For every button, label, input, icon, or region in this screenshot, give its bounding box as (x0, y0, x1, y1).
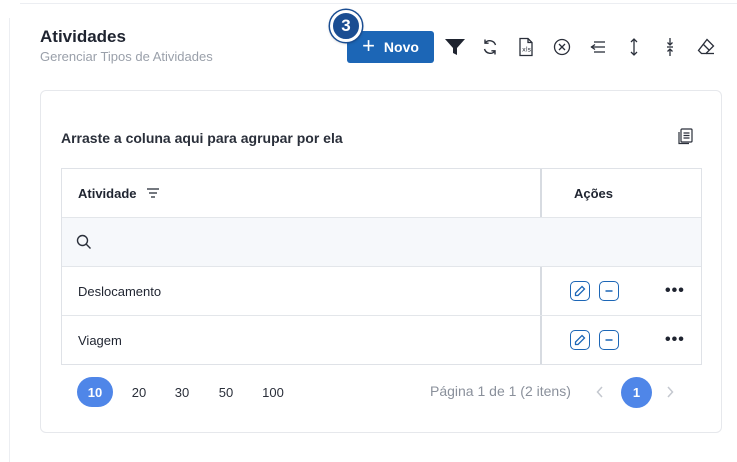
page-size-50[interactable]: 50 (208, 377, 244, 407)
more-options-icon[interactable]: ••• (665, 283, 685, 299)
filter-icon[interactable] (443, 35, 467, 59)
page-info: Página 1 de 1 (2 itens) (430, 383, 571, 399)
svg-text:xls: xls (522, 46, 532, 54)
new-button[interactable]: + Novo (347, 31, 434, 63)
collapse-icon[interactable] (586, 35, 610, 59)
expand-rows-icon[interactable] (622, 35, 646, 59)
table-row[interactable]: Deslocamento ••• (62, 267, 701, 316)
page-subtitle: Gerenciar Tipos de Atividades (40, 49, 213, 64)
search-icon[interactable] (76, 234, 92, 255)
cell-atividade: Deslocamento (78, 284, 162, 299)
header-row: Atividade Ações (62, 169, 701, 218)
column-header-atividade[interactable]: Atividade (78, 186, 137, 201)
page-size-10[interactable]: 10 (77, 377, 113, 407)
refresh-icon[interactable] (478, 35, 502, 59)
page-size-20[interactable]: 20 (121, 377, 157, 407)
column-filter-icon[interactable] (146, 186, 160, 205)
table-row[interactable]: Viagem ••• (62, 316, 701, 364)
remove-icon[interactable] (599, 281, 619, 301)
compact-rows-icon[interactable] (658, 35, 682, 59)
group-panel-text: Arraste a coluna aqui para agrupar por e… (61, 130, 343, 146)
page-current[interactable]: 1 (621, 377, 652, 408)
new-button-label: Novo (383, 39, 419, 55)
page-size-100[interactable]: 100 (255, 377, 291, 407)
export-excel-icon[interactable]: xls (514, 35, 538, 59)
edit-icon[interactable] (570, 330, 590, 350)
more-options-icon[interactable]: ••• (665, 332, 685, 348)
plus-icon: + (362, 33, 375, 58)
column-chooser-icon[interactable] (675, 125, 697, 147)
eraser-icon[interactable] (694, 35, 718, 59)
edit-icon[interactable] (570, 281, 590, 301)
step-badge: 3 (330, 10, 362, 42)
cell-atividade: Viagem (78, 333, 122, 348)
column-header-acoes: Ações (574, 186, 614, 201)
filter-row (62, 218, 701, 267)
prev-page-icon[interactable] (590, 380, 610, 404)
next-page-icon[interactable] (660, 380, 680, 404)
page-title: Atividades (40, 27, 126, 46)
remove-icon[interactable] (599, 330, 619, 350)
left-divider (9, 18, 10, 462)
data-grid: Atividade Ações Deslocamento ••• Viagem … (61, 168, 702, 365)
clear-filter-icon[interactable] (550, 35, 574, 59)
top-divider (20, 3, 737, 4)
page-size-30[interactable]: 30 (164, 377, 200, 407)
